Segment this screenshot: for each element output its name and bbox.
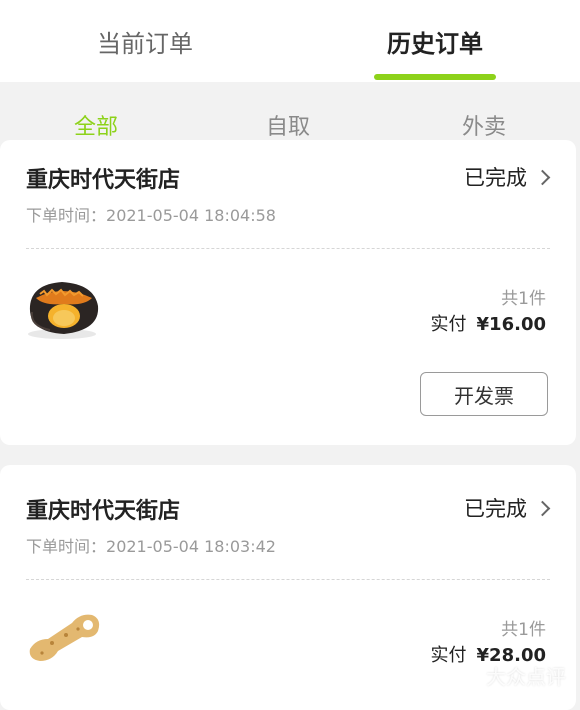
item-count: 共1件 xyxy=(501,620,546,640)
product-image-rice-ball xyxy=(28,282,99,339)
order-status: 已完成 xyxy=(464,497,527,521)
order-time-label: 下单时间： xyxy=(26,537,107,556)
paid-label: 实付 xyxy=(430,645,467,666)
order-status-link[interactable]: 已完成 xyxy=(464,162,551,192)
filter-tab-label: 自取 xyxy=(265,115,310,140)
tab-label: 历史订单 xyxy=(387,29,483,58)
tab-label: 当前订单 xyxy=(97,29,193,58)
paid-amount-row: 实付 ¥16.00 xyxy=(431,310,546,336)
chevron-right-icon xyxy=(534,500,551,516)
chevron-right-icon xyxy=(534,169,551,185)
order-status-link[interactable]: 已完成 xyxy=(464,493,551,523)
order-time: 下单时间：2021-05-04 18:03:42 xyxy=(26,533,276,557)
filter-tab-label: 外卖 xyxy=(461,115,506,140)
order-card[interactable]: 重庆时代天街店 已完成 下单时间：2021-05-04 18:04:58 共1件… xyxy=(0,140,576,445)
store-name: 重庆时代天街店 xyxy=(26,168,181,193)
order-time: 下单时间：2021-05-04 18:04:58 xyxy=(26,202,276,226)
paid-amount: ¥16.00 xyxy=(476,314,546,335)
top-tab-bar: 当前订单 历史订单 xyxy=(0,0,580,82)
store-name: 重庆时代天街店 xyxy=(26,499,181,524)
paid-label: 实付 xyxy=(430,314,467,335)
tab-current-orders[interactable]: 当前订单 xyxy=(0,0,290,82)
product-image-pastry xyxy=(29,614,100,661)
order-time-label: 下单时间： xyxy=(26,206,107,225)
invoice-button[interactable]: 开发票 xyxy=(420,372,548,416)
item-count: 共1件 xyxy=(501,289,546,309)
filter-tab-label: 全部 xyxy=(73,115,118,140)
divider xyxy=(26,579,550,580)
divider xyxy=(26,248,550,249)
active-tab-indicator xyxy=(374,74,496,80)
tab-history-orders[interactable]: 历史订单 xyxy=(290,0,580,82)
order-status: 已完成 xyxy=(464,166,527,190)
order-time-value: 2021-05-04 18:04:58 xyxy=(106,206,276,225)
order-time-value: 2021-05-04 18:03:42 xyxy=(106,537,276,556)
watermark: 大众点评 xyxy=(486,665,566,689)
